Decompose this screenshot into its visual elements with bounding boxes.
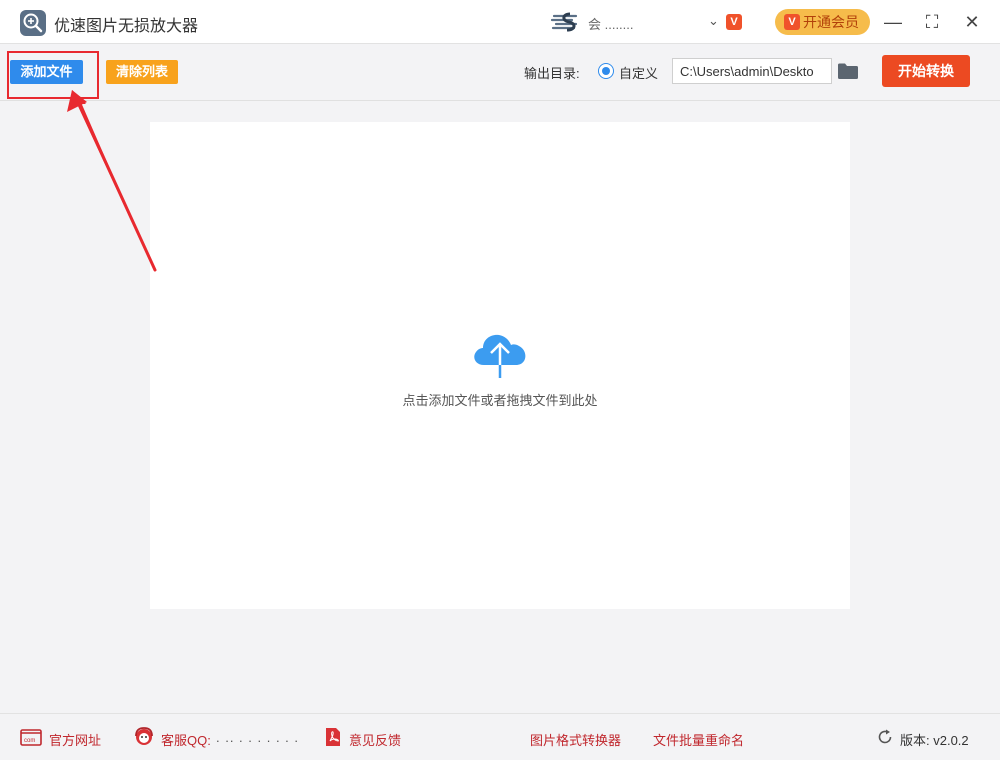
chevron-down-icon[interactable]: ⌄ (708, 13, 719, 29)
drop-hint-text: 点击添加文件或者拖拽文件到此处 (402, 393, 598, 408)
title-bar: 优速图片无损放大器 会 ........ ⌄ V V 开通会员 — ⛶ ✕ (0, 0, 1000, 44)
svg-text:com: com (24, 738, 35, 744)
web-icon: com (20, 726, 42, 748)
minimize-button[interactable]: — (881, 10, 905, 34)
folder-icon[interactable] (837, 62, 859, 80)
add-file-button[interactable]: 添加文件 (10, 60, 83, 84)
official-website-link[interactable]: 官方网址 (49, 730, 101, 749)
vip-badge-icon: V (726, 14, 742, 30)
custom-radio-label[interactable]: 自定义 (619, 63, 658, 82)
feedback-link[interactable]: 意见反馈 (349, 730, 401, 749)
toolbar: 添加文件 清除列表 输出目录: 自定义 开始转换 (0, 45, 1000, 101)
open-vip-label: 开通会员 (803, 14, 859, 30)
footer-bar: com 官方网址 客服QQ: . .. . . . . . . . 意见反馈 图… (0, 713, 1000, 760)
user-name: 会 ........ (588, 17, 634, 32)
vip-icon: V (784, 14, 800, 30)
start-convert-button[interactable]: 开始转换 (882, 55, 970, 87)
output-path-input[interactable] (672, 58, 832, 84)
file-drop-area[interactable]: 点击添加文件或者拖拽文件到此处 (150, 122, 850, 609)
image-format-converter-link[interactable]: 图片格式转换器 (530, 730, 621, 749)
customer-service-qq-number: . .. . . . . . . . (216, 730, 300, 745)
customer-service-qq-label[interactable]: 客服QQ: (161, 730, 211, 749)
user-logo-icon (550, 11, 580, 33)
custom-radio[interactable] (598, 63, 614, 79)
customer-service-icon (133, 726, 155, 748)
close-button[interactable]: ✕ (960, 10, 984, 34)
clear-list-button[interactable]: 清除列表 (106, 60, 178, 84)
pdf-feedback-icon (322, 726, 344, 748)
maximize-button[interactable]: ⛶ (920, 10, 944, 34)
open-vip-button[interactable]: V 开通会员 (775, 9, 870, 35)
app-logo-icon (20, 10, 46, 36)
batch-rename-link[interactable]: 文件批量重命名 (653, 730, 744, 749)
refresh-icon[interactable] (876, 728, 894, 746)
version-label: 版本: v2.0.2 (900, 733, 969, 748)
output-dir-label: 输出目录: (524, 66, 580, 81)
app-title: 优速图片无损放大器 (54, 18, 199, 35)
cloud-upload-icon[interactable] (470, 327, 530, 379)
